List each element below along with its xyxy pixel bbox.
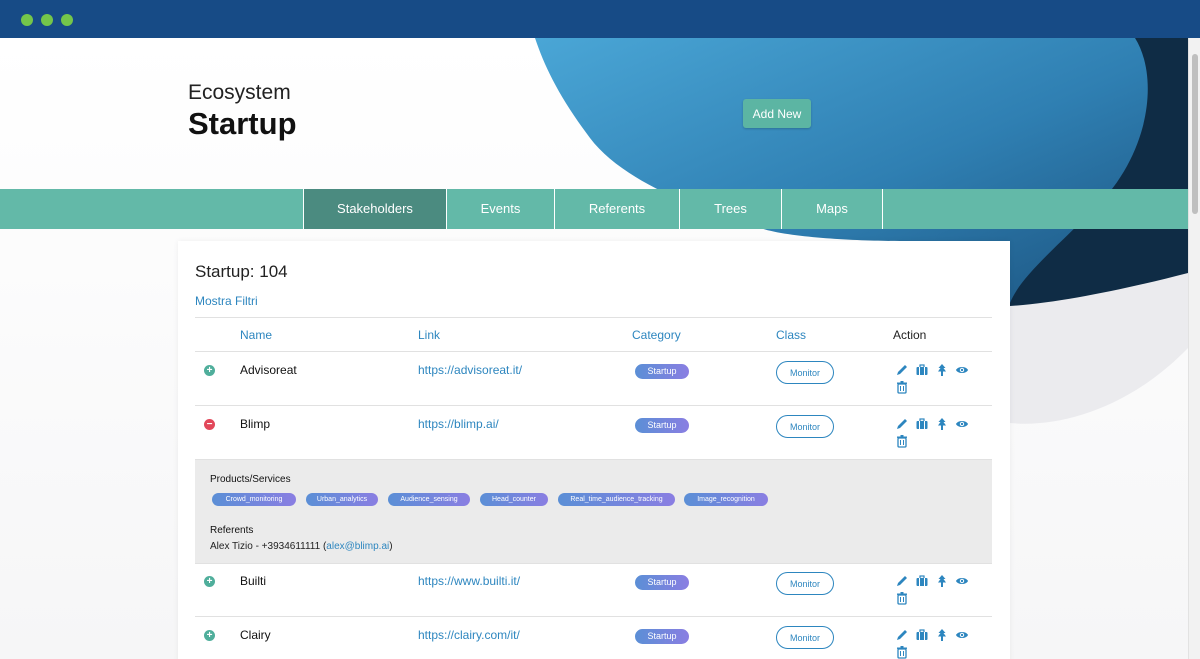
briefcase-icon[interactable] bbox=[915, 417, 929, 431]
tab-stakeholders[interactable]: Stakeholders bbox=[303, 189, 446, 229]
briefcase-icon[interactable] bbox=[915, 363, 929, 377]
main-nav: Stakeholders Events Referents Trees Maps bbox=[0, 189, 1188, 229]
column-header-name[interactable]: Name bbox=[240, 328, 272, 342]
column-header-link[interactable]: Link bbox=[418, 328, 440, 342]
pencil-icon[interactable] bbox=[895, 417, 909, 431]
row-link[interactable]: https://www.builti.it/ bbox=[418, 574, 520, 588]
eye-icon[interactable] bbox=[955, 417, 969, 431]
collapse-minus-icon[interactable]: − bbox=[204, 419, 215, 430]
pencil-icon[interactable] bbox=[895, 574, 909, 588]
eye-icon[interactable] bbox=[955, 574, 969, 588]
trash-icon[interactable] bbox=[895, 434, 909, 448]
monitor-class-button[interactable]: Monitor bbox=[776, 361, 834, 384]
product-tag: Image_recognition bbox=[684, 493, 768, 506]
row-detail-panel: Products/Services Crowd_monitoring Urban… bbox=[195, 460, 992, 563]
eye-icon[interactable] bbox=[955, 628, 969, 642]
category-badge: Startup bbox=[635, 418, 689, 433]
column-header-category[interactable]: Category bbox=[632, 328, 681, 342]
column-header-action: Action bbox=[893, 328, 927, 342]
expand-plus-icon[interactable]: + bbox=[204, 576, 215, 587]
trash-icon[interactable] bbox=[895, 591, 909, 605]
category-badge: Startup bbox=[635, 364, 689, 379]
pencil-icon[interactable] bbox=[895, 628, 909, 642]
page-title: Startup bbox=[188, 106, 297, 141]
briefcase-icon[interactable] bbox=[915, 574, 929, 588]
row-link[interactable]: https://clairy.com/it/ bbox=[418, 628, 520, 642]
products-services-label: Products/Services bbox=[210, 474, 291, 485]
page-viewport: Ecosystem Startup Add New Stakeholders E… bbox=[0, 38, 1188, 659]
row-link[interactable]: https://blimp.ai/ bbox=[418, 417, 499, 431]
row-link[interactable]: https://advisoreat.it/ bbox=[418, 363, 522, 377]
trash-icon[interactable] bbox=[895, 380, 909, 394]
tree-icon[interactable] bbox=[935, 628, 949, 642]
tab-maps[interactable]: Maps bbox=[781, 189, 883, 229]
startup-list-card: Startup: 104 Mostra Filtri Name Link Cat… bbox=[178, 241, 1010, 659]
monitor-class-button[interactable]: Monitor bbox=[776, 572, 834, 595]
tab-trees[interactable]: Trees bbox=[679, 189, 781, 229]
show-filters-link[interactable]: Mostra Filtri bbox=[195, 294, 258, 308]
referents-label: Referents bbox=[210, 525, 254, 536]
window-dot-icon[interactable] bbox=[61, 14, 73, 26]
row-name: Advisoreat bbox=[240, 363, 297, 377]
table-divider bbox=[195, 405, 992, 406]
category-badge: Startup bbox=[635, 575, 689, 590]
scrollbar-thumb[interactable] bbox=[1192, 54, 1198, 214]
product-tag: Head_counter bbox=[480, 493, 548, 506]
tab-events[interactable]: Events bbox=[446, 189, 554, 229]
trash-icon[interactable] bbox=[895, 645, 909, 659]
tree-icon[interactable] bbox=[935, 363, 949, 377]
table-divider bbox=[195, 616, 992, 617]
list-title: Startup: 104 bbox=[195, 262, 288, 281]
row-name: Blimp bbox=[240, 417, 271, 431]
product-tag: Audience_sensing bbox=[388, 493, 470, 506]
row-name: Builti bbox=[240, 574, 267, 588]
referent-contact: Alex Tizio - +3934611111 (alex@blimp.ai) bbox=[210, 541, 393, 552]
product-tag: Crowd_monitoring bbox=[212, 493, 296, 506]
pencil-icon[interactable] bbox=[895, 363, 909, 377]
column-header-class[interactable]: Class bbox=[776, 328, 806, 342]
monitor-class-button[interactable]: Monitor bbox=[776, 626, 834, 649]
tree-icon[interactable] bbox=[935, 574, 949, 588]
tree-icon[interactable] bbox=[935, 417, 949, 431]
product-tag: Real_time_audience_tracking bbox=[558, 493, 675, 506]
referent-email-link[interactable]: alex@blimp.ai bbox=[326, 541, 389, 552]
table-divider bbox=[195, 563, 992, 564]
expand-plus-icon[interactable]: + bbox=[204, 630, 215, 641]
window-dot-icon[interactable] bbox=[21, 14, 33, 26]
window-titlebar bbox=[0, 0, 1200, 38]
monitor-class-button[interactable]: Monitor bbox=[776, 415, 834, 438]
row-name: Clairy bbox=[240, 628, 271, 642]
product-tag: Urban_analytics bbox=[306, 493, 378, 506]
add-new-button[interactable]: Add New bbox=[743, 99, 811, 128]
expand-plus-icon[interactable]: + bbox=[204, 365, 215, 376]
header-subtitle: Ecosystem bbox=[188, 81, 291, 104]
table-divider bbox=[195, 351, 992, 352]
window-dot-icon[interactable] bbox=[41, 14, 53, 26]
table-divider bbox=[195, 317, 992, 318]
briefcase-icon[interactable] bbox=[915, 628, 929, 642]
category-badge: Startup bbox=[635, 629, 689, 644]
scrollbar[interactable] bbox=[1188, 38, 1200, 659]
tab-referents[interactable]: Referents bbox=[554, 189, 679, 229]
eye-icon[interactable] bbox=[955, 363, 969, 377]
